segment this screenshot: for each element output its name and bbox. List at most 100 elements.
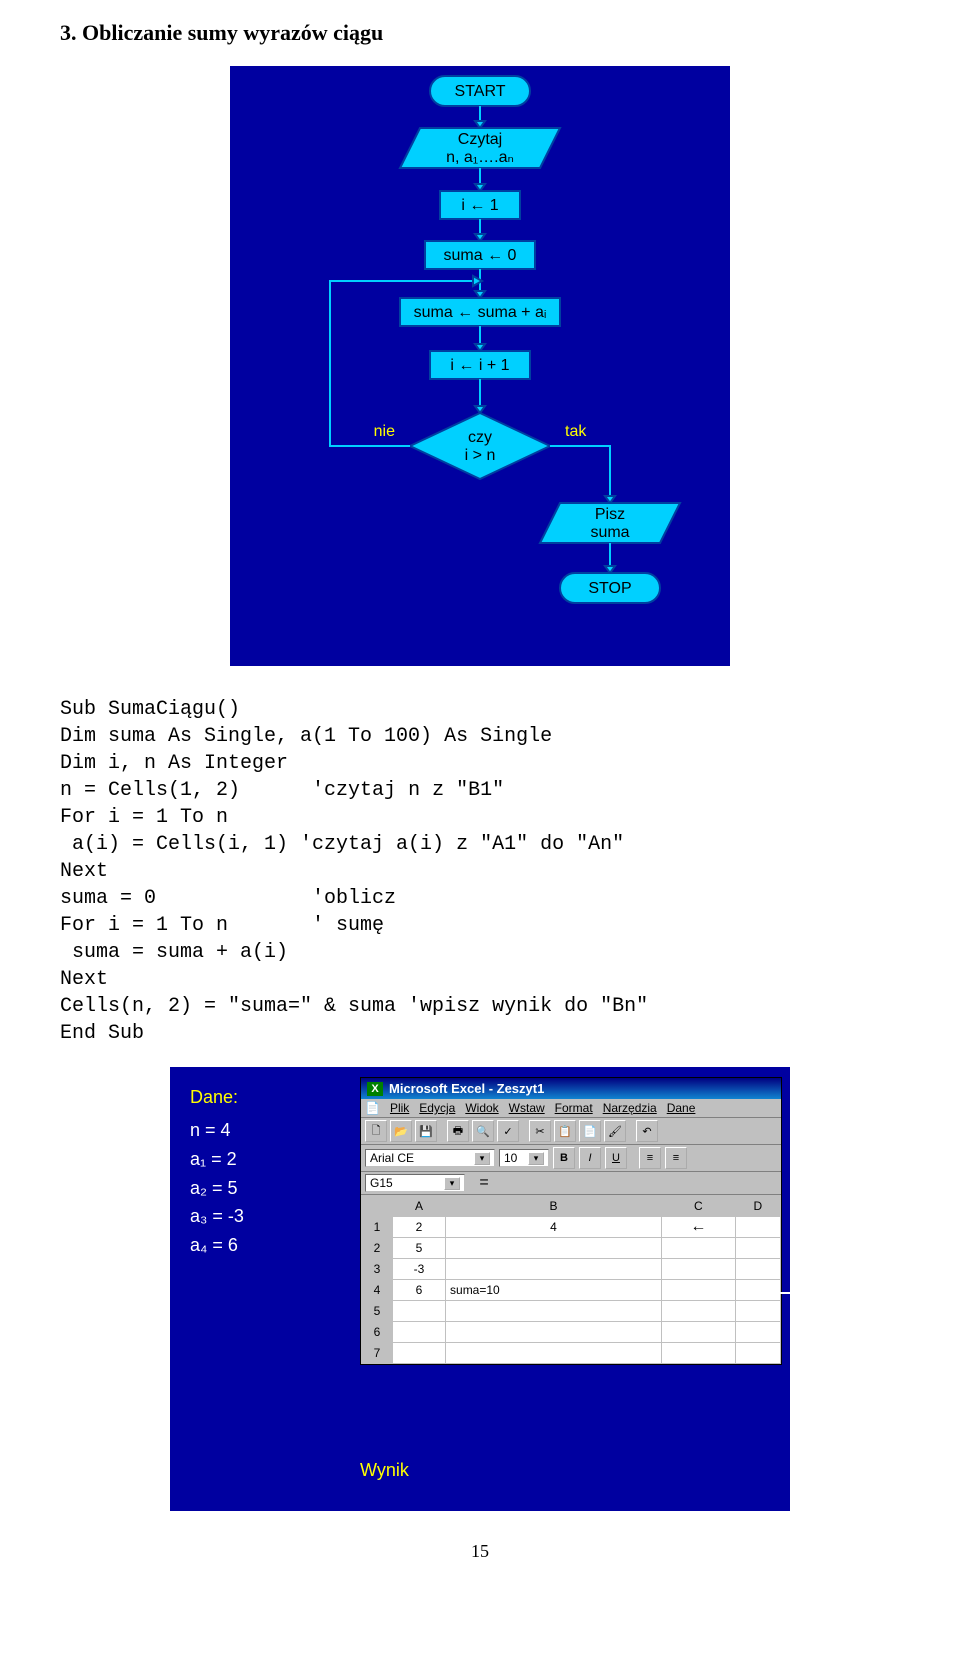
flow-stop: STOP: [588, 580, 631, 597]
copy-icon[interactable]: 📋: [554, 1120, 576, 1142]
name-box[interactable]: G15 ▾: [365, 1174, 465, 1192]
flow-write-label: Pisz: [595, 506, 625, 523]
excel-namebox-row[interactable]: G15 ▾ =: [361, 1172, 781, 1195]
flow-loop-body: suma ← suma + aᵢ: [414, 304, 547, 321]
flow-yes-label: tak: [565, 423, 587, 440]
cell[interactable]: [446, 1322, 662, 1343]
code-line: For i = 1 To n: [60, 806, 228, 829]
col-header[interactable]: A: [393, 1196, 446, 1217]
font-combo[interactable]: Arial CE▾: [365, 1149, 495, 1167]
chevron-down-icon[interactable]: ▾: [528, 1152, 544, 1165]
row-header[interactable]: 6: [362, 1322, 393, 1343]
vba-code-block: Sub SumaCiągu() Dim suma As Single, a(1 …: [60, 696, 900, 1047]
flow-init-sum: suma ← 0: [444, 247, 517, 264]
flowchart-diagram: START Czytaj n, a₁….aₙ i ← 1 suma ← 0: [230, 66, 730, 666]
cell[interactable]: [393, 1343, 446, 1364]
cell[interactable]: 5: [393, 1238, 446, 1259]
flow-start: START: [455, 83, 506, 100]
spell-icon[interactable]: ✓: [497, 1120, 519, 1142]
row-header[interactable]: 4: [362, 1280, 393, 1301]
cell[interactable]: [662, 1301, 736, 1322]
cell[interactable]: [393, 1301, 446, 1322]
cell[interactable]: [735, 1301, 780, 1322]
cell[interactable]: [446, 1343, 662, 1364]
fontsize-combo[interactable]: 10▾: [499, 1149, 549, 1167]
code-line: For i = 1 To n: [60, 914, 228, 937]
code-line: Dim suma As Single, a(1 To 100) As Singl…: [60, 725, 552, 748]
code-line: Cells(n, 2) = "suma=" & suma 'wpisz wyni…: [60, 995, 648, 1018]
excel-illustration: Dane: n = 4 a₁ = 2 a₂ = 5 a₃ = -3 a₄ = 6…: [170, 1067, 790, 1511]
code-line: n = Cells(1, 2): [60, 779, 240, 802]
cell[interactable]: 4: [446, 1217, 662, 1238]
flow-decision-top: czy: [468, 429, 492, 446]
cell[interactable]: suma=10: [446, 1280, 662, 1301]
menu-item[interactable]: Dane: [667, 1101, 696, 1115]
row-header[interactable]: 2: [362, 1238, 393, 1259]
paste-icon[interactable]: 📄: [579, 1120, 601, 1142]
corner-cell[interactable]: [362, 1196, 393, 1217]
cell[interactable]: [735, 1343, 780, 1364]
col-header[interactable]: B: [446, 1196, 662, 1217]
align-center-icon[interactable]: ≡: [665, 1147, 687, 1169]
menu-item[interactable]: Wstaw: [509, 1101, 545, 1115]
preview-icon[interactable]: 🔍: [472, 1120, 494, 1142]
open-icon[interactable]: 📂: [390, 1120, 412, 1142]
undo-icon[interactable]: ↶: [636, 1120, 658, 1142]
flowchart-container: START Czytaj n, a₁….aₙ i ← 1 suma ← 0: [60, 66, 900, 666]
menu-item[interactable]: Narzędzia: [603, 1101, 657, 1115]
chevron-down-icon[interactable]: ▾: [444, 1177, 460, 1190]
cell[interactable]: ←: [662, 1217, 736, 1238]
cell[interactable]: [662, 1280, 736, 1301]
cell[interactable]: [446, 1301, 662, 1322]
excel-menubar[interactable]: 📄 Plik Edycja Widok Wstaw Format Narzędz…: [361, 1099, 781, 1118]
cell[interactable]: [735, 1217, 780, 1238]
cell[interactable]: [735, 1259, 780, 1280]
row-header[interactable]: 7: [362, 1343, 393, 1364]
italic-icon[interactable]: I: [579, 1147, 601, 1169]
align-left-icon[interactable]: ≡: [639, 1147, 661, 1169]
print-icon[interactable]: 🖶: [447, 1120, 469, 1142]
cell[interactable]: [662, 1238, 736, 1259]
col-header[interactable]: D: [735, 1196, 780, 1217]
cell[interactable]: [662, 1343, 736, 1364]
menu-item[interactable]: Format: [555, 1101, 593, 1115]
cell[interactable]: [393, 1322, 446, 1343]
cell[interactable]: [446, 1238, 662, 1259]
new-icon[interactable]: 🗋: [365, 1120, 387, 1142]
code-comment: 'oblicz: [312, 887, 396, 910]
cell[interactable]: [735, 1238, 780, 1259]
code-line: Sub SumaCiągu(): [60, 698, 240, 721]
underline-icon[interactable]: U: [605, 1147, 627, 1169]
cell[interactable]: [735, 1322, 780, 1343]
cell[interactable]: 6: [393, 1280, 446, 1301]
flow-read-label: Czytaj: [458, 131, 502, 148]
row-header[interactable]: 1: [362, 1217, 393, 1238]
format-painter-icon[interactable]: 🖌: [604, 1120, 626, 1142]
excel-file-icon: 📄: [365, 1101, 380, 1115]
cell[interactable]: [446, 1259, 662, 1280]
row-header[interactable]: 5: [362, 1301, 393, 1322]
excel-format-bar[interactable]: Arial CE▾ 10▾ B I U ≡ ≡: [361, 1145, 781, 1172]
code-line: Next: [60, 968, 108, 991]
row-header[interactable]: 3: [362, 1259, 393, 1280]
chevron-down-icon[interactable]: ▾: [474, 1152, 490, 1165]
name-box-value: G15: [370, 1176, 393, 1190]
menu-item[interactable]: Plik: [390, 1101, 409, 1115]
cell[interactable]: 2: [393, 1217, 446, 1238]
col-header[interactable]: C: [662, 1196, 736, 1217]
bold-icon[interactable]: B: [553, 1147, 575, 1169]
cell[interactable]: [662, 1259, 736, 1280]
save-icon[interactable]: 💾: [415, 1120, 437, 1142]
excel-toolbar[interactable]: 🗋 📂 💾 🖶 🔍 ✓ ✂ 📋 📄 🖌 ↶: [361, 1118, 781, 1145]
menu-item[interactable]: Widok: [465, 1101, 498, 1115]
code-line: End Sub: [60, 1022, 144, 1045]
excel-grid[interactable]: A B C D 124← 25 3-3 46suma=10 5 6 7: [361, 1195, 781, 1364]
flow-inc-i: i ← i + 1: [450, 357, 509, 374]
formula-eq: =: [469, 1174, 499, 1192]
cut-icon[interactable]: ✂: [529, 1120, 551, 1142]
cell[interactable]: [662, 1322, 736, 1343]
menu-item[interactable]: Edycja: [419, 1101, 455, 1115]
code-comment: 'czytaj n z "B1": [312, 779, 504, 802]
wynik-label: Wynik: [360, 1460, 770, 1481]
cell[interactable]: -3: [393, 1259, 446, 1280]
